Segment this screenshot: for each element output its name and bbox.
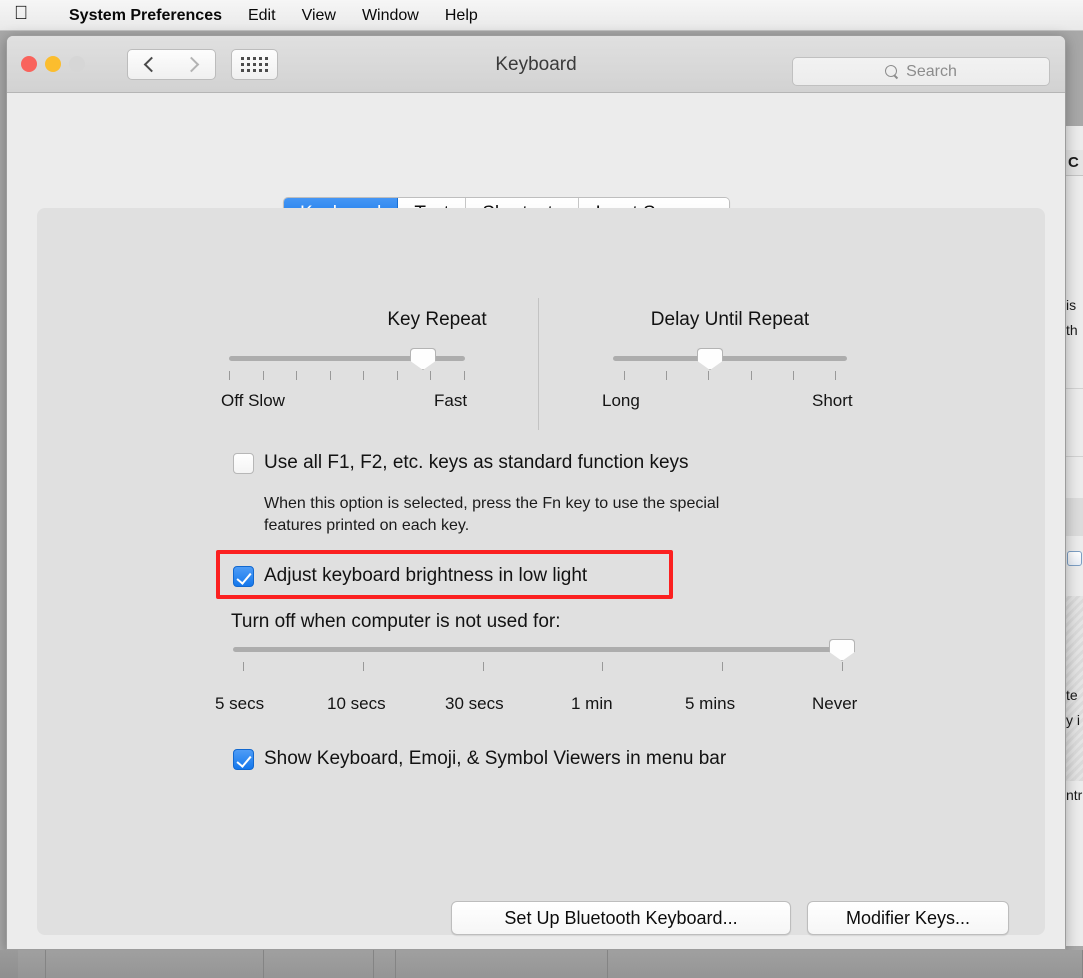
function-keys-label: Use all F1, F2, etc. keys as standard fu… xyxy=(264,452,689,473)
show-viewers-checkbox-row[interactable]: Show Keyboard, Emoji, & Symbol Viewers i… xyxy=(233,748,726,770)
bg-window-checkbox[interactable] xyxy=(1067,551,1082,566)
background-window-sliver[interactable]: C is th te y i ntr xyxy=(1063,126,1083,946)
menu-item-edit[interactable]: Edit xyxy=(235,0,289,31)
bg-window-header: C xyxy=(1064,150,1083,176)
turn-off-tick-label-0: 5 secs xyxy=(215,694,265,713)
dock-strip xyxy=(0,950,1083,978)
function-keys-help-line-2: features printed on each key. xyxy=(264,517,470,534)
apple-logo-icon[interactable]:  xyxy=(14,4,40,23)
menu-item-view[interactable]: View xyxy=(289,0,349,31)
delay-until-repeat-ticks xyxy=(624,371,836,380)
section-divider xyxy=(538,298,539,430)
key-repeat-heading: Key Repeat xyxy=(387,309,487,330)
bg-window-divider-1 xyxy=(1064,388,1083,389)
turn-off-track[interactable] xyxy=(233,647,849,652)
search-input[interactable]: Search xyxy=(792,57,1050,86)
dock-item-6[interactable] xyxy=(608,950,1083,978)
menu-item-help[interactable]: Help xyxy=(432,0,491,31)
key-repeat-ticks xyxy=(229,371,465,380)
window-body: Keyboard Text Shortcuts Input Sources Ke… xyxy=(7,93,1065,949)
turn-off-tick-label-4: 5 mins xyxy=(685,694,736,713)
key-repeat-right-label: Fast xyxy=(434,391,468,410)
dock-item-4[interactable] xyxy=(374,950,396,978)
bg-window-text-fragment-3: te xyxy=(1066,687,1078,703)
key-repeat-left-label: Off Slow xyxy=(221,391,285,410)
dock-item-2[interactable] xyxy=(46,950,264,978)
bg-window-text-fragment-5: ntr xyxy=(1066,787,1083,803)
show-viewers-label: Show Keyboard, Emoji, & Symbol Viewers i… xyxy=(264,748,727,769)
turn-off-heading: Turn off when computer is not used for: xyxy=(231,611,561,632)
show-viewers-checkbox[interactable] xyxy=(233,748,254,770)
bg-window-text-fragment-4: y i xyxy=(1066,712,1080,728)
function-keys-checkbox-row[interactable]: Use all F1, F2, etc. keys as standard fu… xyxy=(233,452,689,474)
function-keys-help-line-1: When this option is selected, press the … xyxy=(264,495,720,512)
turn-off-tick-label-3: 1 min xyxy=(571,694,613,713)
bg-window-text-fragment-1: is xyxy=(1066,297,1077,313)
dock-item-3[interactable] xyxy=(264,950,374,978)
turn-off-ticks xyxy=(243,662,843,671)
dock-item-1[interactable] xyxy=(18,950,46,978)
delay-until-repeat-track[interactable] xyxy=(613,356,847,361)
keyboard-brightness-label: Adjust keyboard brightness in low light xyxy=(264,565,588,586)
delay-until-repeat-right-label: Short xyxy=(812,391,853,410)
modifier-keys-button[interactable]: Modifier Keys... xyxy=(807,901,1009,935)
delay-until-repeat-heading: Delay Until Repeat xyxy=(650,309,810,330)
dock-item-5[interactable] xyxy=(396,950,608,978)
keyboard-brightness-checkbox-row[interactable]: Adjust keyboard brightness in low light xyxy=(233,565,587,587)
turn-off-tick-label-5: Never xyxy=(812,694,858,713)
keyboard-brightness-checkbox[interactable] xyxy=(233,565,254,587)
menu-bar:  System Preferences Edit View Window He… xyxy=(0,0,1083,31)
function-keys-checkbox[interactable] xyxy=(233,452,254,474)
system-preferences-window: Keyboard Search Keyboard Text Shortcuts … xyxy=(6,35,1066,950)
bg-window-text-fragment-2: th xyxy=(1066,322,1078,338)
bg-window-selected-row[interactable] xyxy=(1064,498,1083,536)
search-icon xyxy=(885,65,898,78)
window-titlebar[interactable]: Keyboard Search xyxy=(7,36,1065,93)
set-up-bluetooth-keyboard-button[interactable]: Set Up Bluetooth Keyboard... xyxy=(451,901,791,935)
bg-window-divider-2 xyxy=(1064,456,1083,457)
delay-until-repeat-left-label: Long xyxy=(602,391,640,410)
menu-item-system-preferences[interactable]: System Preferences xyxy=(56,0,235,31)
turn-off-tick-label-1: 10 secs xyxy=(327,694,386,713)
search-placeholder: Search xyxy=(906,62,957,80)
turn-off-tick-label-2: 30 secs xyxy=(445,694,504,713)
menu-item-window[interactable]: Window xyxy=(349,0,432,31)
